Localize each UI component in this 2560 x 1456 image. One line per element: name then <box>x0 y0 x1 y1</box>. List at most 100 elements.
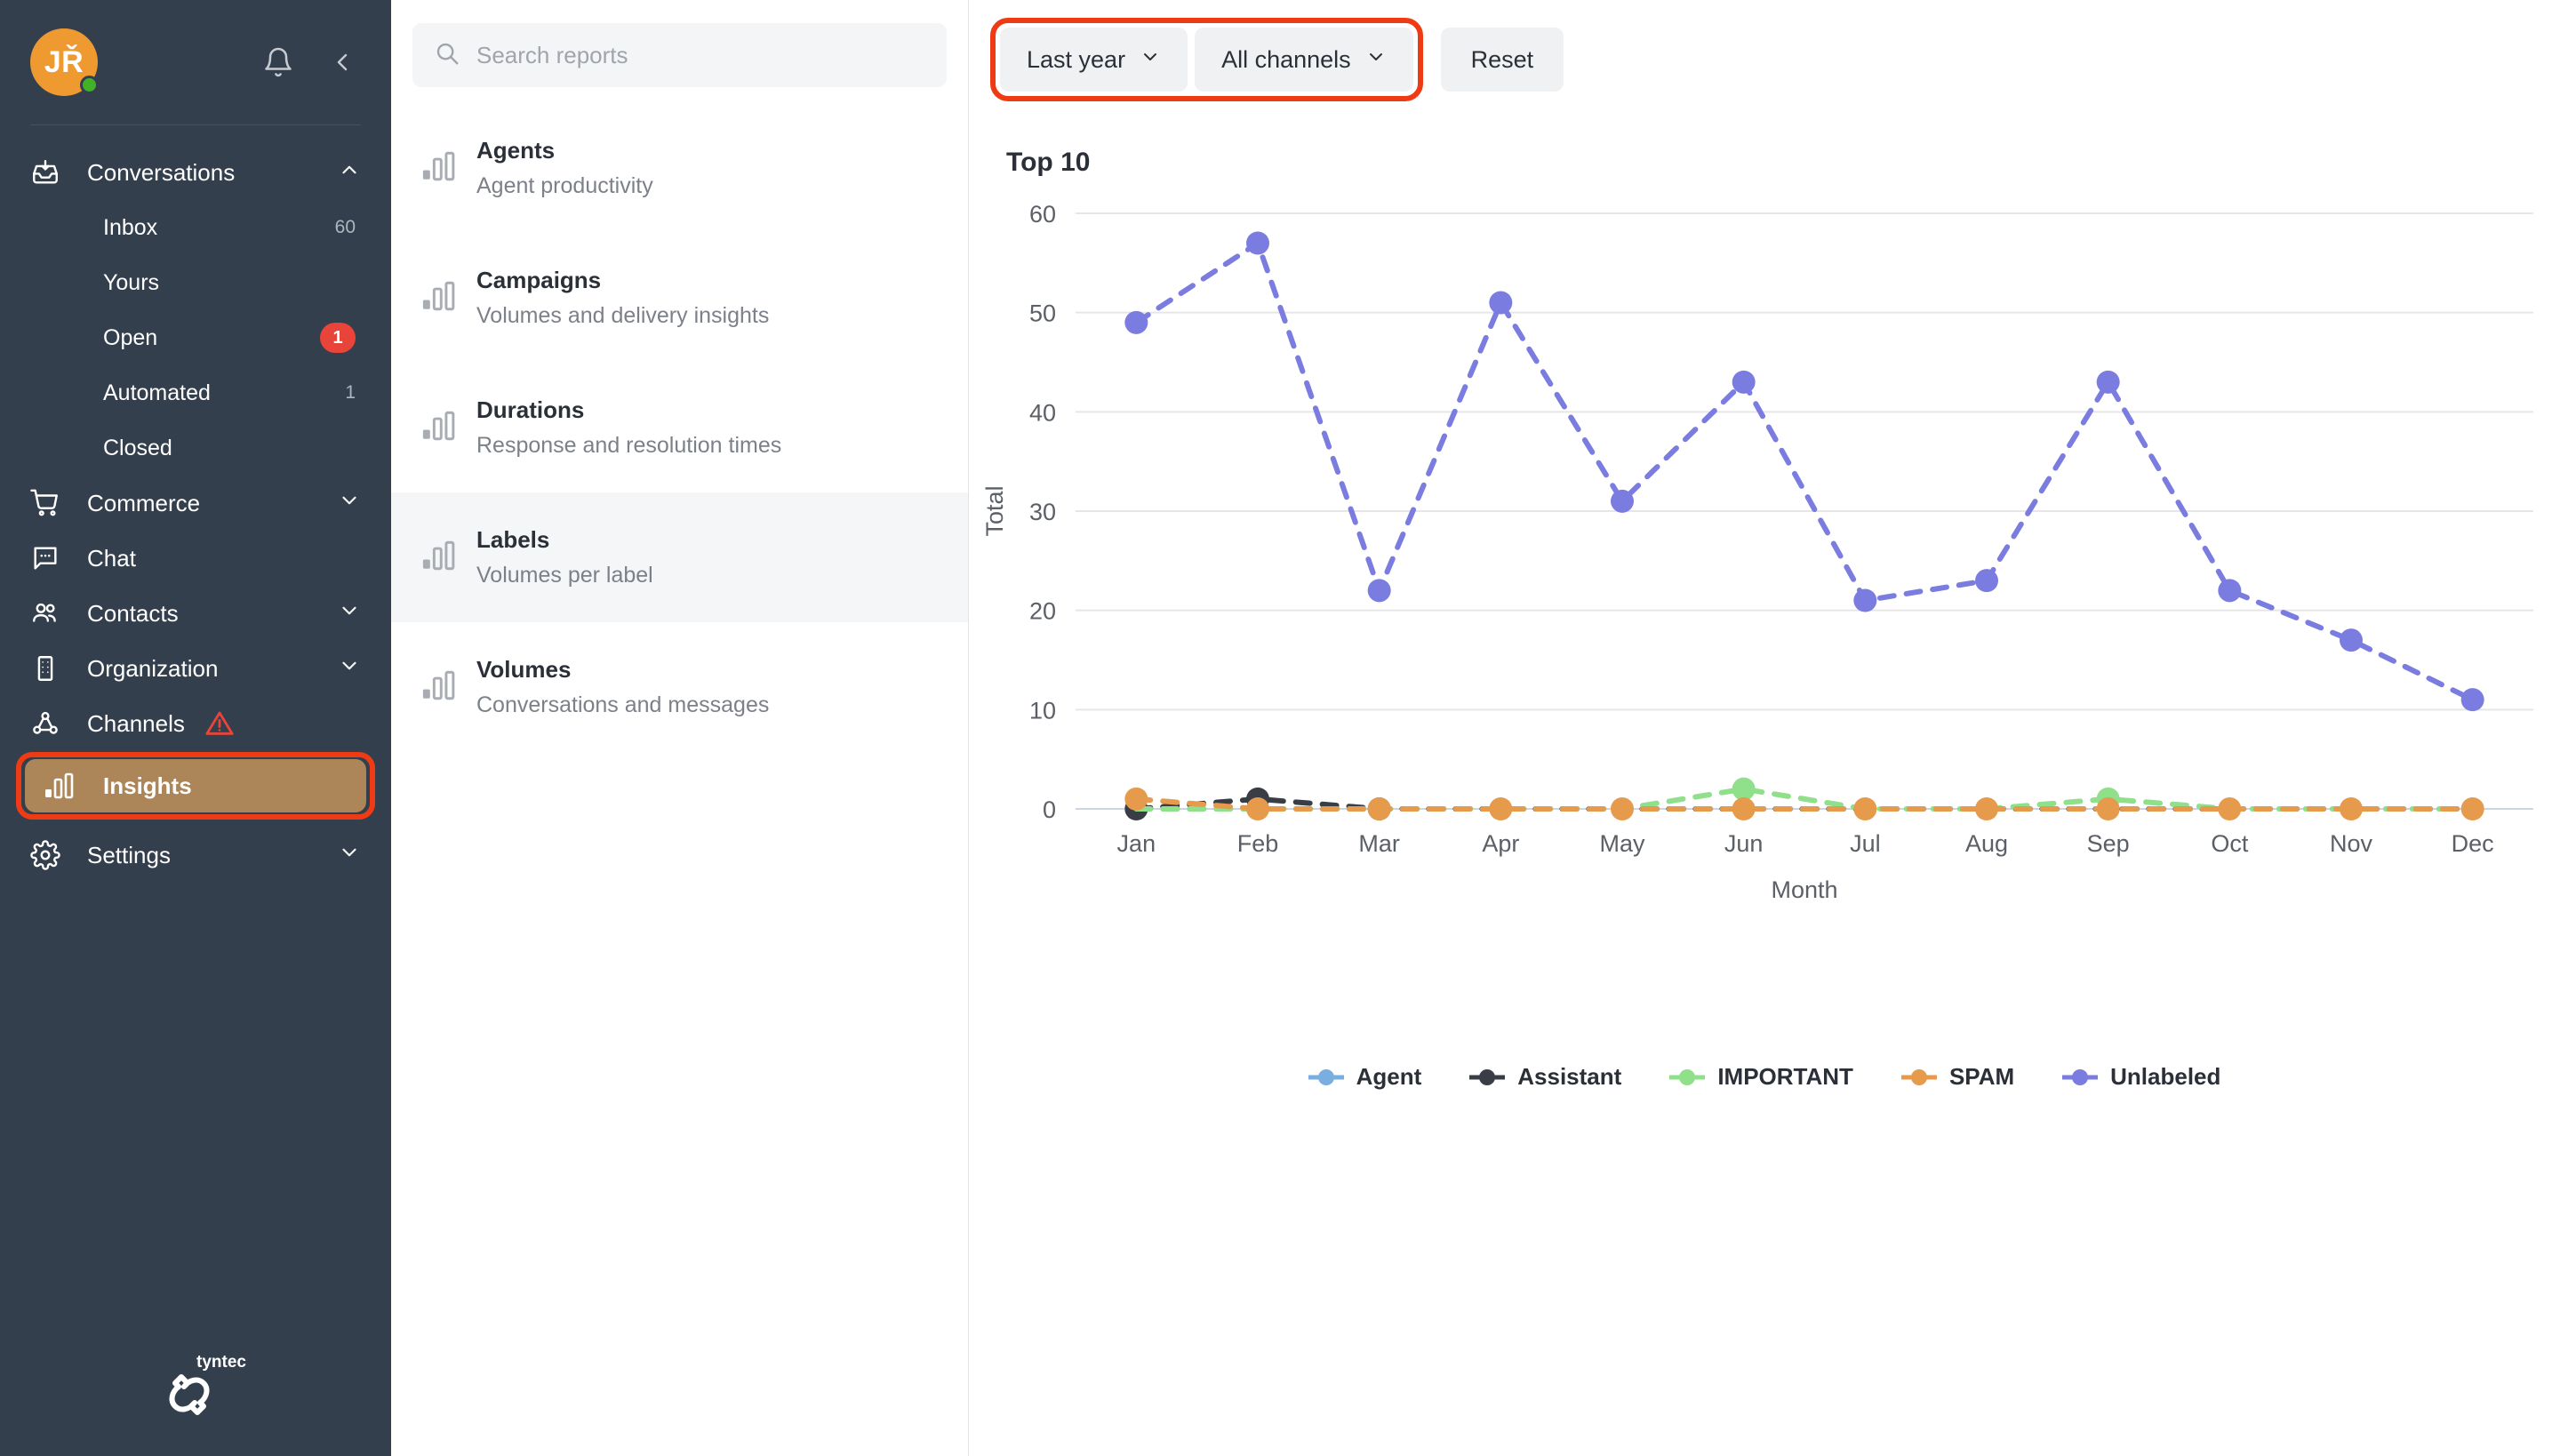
sidebar-item-commerce[interactable]: Commerce <box>0 476 391 531</box>
chevron-down-icon[interactable] <box>338 654 361 684</box>
date-range-filter[interactable]: Last year <box>1000 28 1188 92</box>
reset-button[interactable]: Reset <box>1440 28 1564 92</box>
people-icon <box>30 598 71 628</box>
sidebar-header: JŘ <box>0 0 391 124</box>
data-point[interactable] <box>1975 797 1998 820</box>
x-tick-label: Aug <box>1965 830 2008 857</box>
data-point[interactable] <box>2218 579 2242 603</box>
bar-chart-icon <box>44 772 85 799</box>
report-item-campaigns[interactable]: Campaigns Volumes and delivery insights <box>391 233 968 363</box>
sidebar-item-label: Closed <box>103 435 172 460</box>
chat-bubble-icon <box>30 543 71 573</box>
sidebar-item-inbox[interactable]: Inbox 60 <box>0 200 391 255</box>
sidebar-item-closed[interactable]: Closed <box>0 420 391 476</box>
chevron-down-icon[interactable] <box>338 841 361 870</box>
bar-chart-icon <box>421 281 457 316</box>
report-title: Durations <box>476 396 585 423</box>
sidebar-item-conversations[interactable]: Conversations <box>0 145 391 200</box>
filters-toolbar: Last year All channels Reset <box>969 0 2560 101</box>
data-point[interactable] <box>1367 579 1391 603</box>
y-tick-label: 30 <box>1029 499 1056 525</box>
chart-area: 0 10 20 30 40 50 60 Total Jan Feb Mar Apr May Jun Jul A… <box>969 187 2560 1093</box>
sidebar-item-label: Inbox <box>103 214 158 240</box>
sidebar-item-label: Contacts <box>87 599 179 627</box>
report-subtitle: Volumes per label <box>476 563 653 588</box>
data-point[interactable] <box>2340 797 2363 820</box>
data-point[interactable] <box>2096 370 2120 394</box>
x-tick-label: Jun <box>1724 830 1764 857</box>
reports-panel: Agents Agent productivity Campaigns Volu… <box>391 0 969 1456</box>
x-tick-label: Mar <box>1358 830 1400 857</box>
data-point[interactable] <box>1732 797 1756 820</box>
chevron-up-icon[interactable] <box>338 158 361 188</box>
channel-filter[interactable]: All channels <box>1195 28 1413 92</box>
data-point[interactable] <box>2460 797 2484 820</box>
data-point[interactable] <box>1124 310 1148 334</box>
x-tick-label: Jan <box>1117 830 1156 857</box>
x-tick-label: Dec <box>2452 830 2494 857</box>
x-tick-label: Nov <box>2330 830 2373 857</box>
report-item-durations[interactable]: Durations Response and resolution times <box>391 363 968 492</box>
data-point[interactable] <box>1124 787 1148 811</box>
report-item-labels[interactable]: Labels Volumes per label <box>391 492 968 622</box>
sidebar-item-organization[interactable]: Organization <box>0 641 391 696</box>
data-point[interactable] <box>2340 628 2363 652</box>
data-point[interactable] <box>1489 291 1513 315</box>
y-tick-label: 10 <box>1029 697 1056 724</box>
search-wrap <box>391 0 968 103</box>
chevron-left-icon[interactable] <box>324 44 361 81</box>
sidebar-item-label: Organization <box>87 654 219 682</box>
data-point[interactable] <box>2460 688 2484 712</box>
report-texts: Agents Agent productivity <box>476 137 653 199</box>
x-tick-label: Oct <box>2211 830 2249 857</box>
sidebar-item-label: Open <box>103 324 158 350</box>
sidebar-item-yours[interactable]: Yours <box>0 255 391 310</box>
data-point[interactable] <box>1611 797 1634 820</box>
search-input[interactable] <box>476 41 925 69</box>
presence-indicator <box>80 76 99 94</box>
data-point[interactable] <box>1732 777 1756 801</box>
data-point[interactable] <box>1367 797 1391 820</box>
bell-icon[interactable] <box>260 44 297 81</box>
sidebar-item-label: Conversations <box>87 158 236 186</box>
data-point[interactable] <box>1853 797 1877 820</box>
data-point[interactable] <box>1611 489 1634 513</box>
sidebar-nav: Conversations Inbox 60 Yours Open 1 Auto… <box>0 125 391 883</box>
sidebar-item-automated[interactable]: Automated 1 <box>0 365 391 420</box>
data-point[interactable] <box>2218 797 2242 820</box>
data-point[interactable] <box>2096 797 2120 820</box>
search-reports-box[interactable] <box>412 23 947 87</box>
sidebar-item-label: Chat <box>87 544 136 572</box>
insights-active-pill: Insights <box>25 759 366 812</box>
building-icon <box>30 653 71 684</box>
data-point[interactable] <box>1853 588 1877 612</box>
report-item-volumes[interactable]: Volumes Conversations and messages <box>391 622 968 752</box>
report-item-agents[interactable]: Agents Agent productivity <box>391 103 968 233</box>
data-point[interactable] <box>1246 797 1269 820</box>
sidebar-header-actions <box>260 44 361 81</box>
tyntec-logo: tyntec <box>0 1353 391 1419</box>
report-texts: Durations Response and resolution times <box>476 396 781 459</box>
chevron-down-icon[interactable] <box>338 489 361 518</box>
report-texts: Labels Volumes per label <box>476 526 653 588</box>
chart-title: Top 10 <box>1006 148 1091 177</box>
data-point[interactable] <box>1489 797 1513 820</box>
sidebar-item-channels[interactable]: Channels <box>0 696 391 751</box>
sidebar-item-settings[interactable]: Settings <box>0 828 391 883</box>
data-point[interactable] <box>1732 370 1756 394</box>
inbox-tray-icon <box>30 157 71 188</box>
sidebar-item-chat[interactable]: Chat <box>0 531 391 586</box>
sidebar-item-insights[interactable]: Insights <box>0 751 391 820</box>
chevron-down-icon[interactable] <box>338 599 361 628</box>
data-point[interactable] <box>1975 569 1998 593</box>
sidebar-item-label: Yours <box>103 269 160 295</box>
report-texts: Campaigns Volumes and delivery insights <box>476 267 769 329</box>
sidebar-item-contacts[interactable]: Contacts <box>0 586 391 641</box>
avatar[interactable]: JŘ <box>30 28 99 96</box>
labels-line-chart[interactable]: 0 10 20 30 40 50 60 Total Jan Feb Mar Apr May Jun Jul A… <box>969 187 2560 1076</box>
report-title: Volumes <box>476 656 572 683</box>
sidebar-item-open[interactable]: Open 1 <box>0 310 391 365</box>
data-point[interactable] <box>1246 231 1269 255</box>
sidebar: JŘ Conversations Inbox 60 Yours Open 1 A… <box>0 0 391 1456</box>
nodes-icon <box>30 708 71 739</box>
